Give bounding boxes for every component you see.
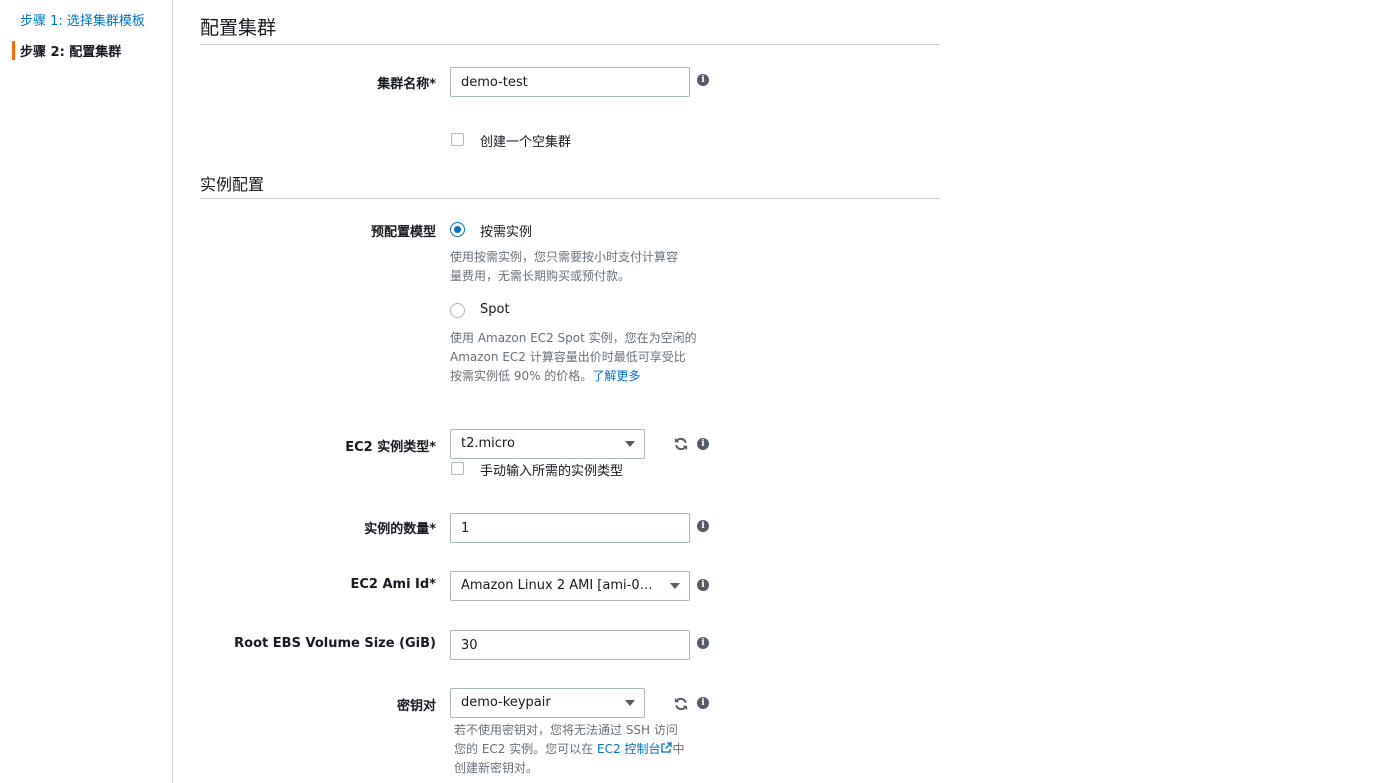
empty-cluster-checkbox[interactable]	[451, 133, 464, 146]
instance-count-input[interactable]	[450, 513, 690, 543]
root-ebs-size-label: Root EBS Volume Size (GiB)	[234, 636, 436, 651]
on-demand-label: 按需实例	[480, 225, 533, 240]
cluster-name-label: 集群名称*	[377, 77, 436, 92]
section-divider	[200, 44, 940, 45]
spot-description: 使用 Amazon EC2 Spot 实例，您在为空闲的 Amazon EC2 …	[450, 331, 697, 383]
info-icon[interactable]: i	[697, 74, 709, 86]
info-icon[interactable]: i	[697, 520, 709, 532]
manual-instance-type-label: 手动输入所需的实例类型	[480, 464, 624, 479]
key-pair-select[interactable]: demo-keypair	[450, 688, 645, 718]
refresh-icon[interactable]	[674, 437, 688, 451]
spot-label: Spot	[480, 302, 510, 317]
step-1-link[interactable]: 步骤 1: 选择集群模板	[12, 10, 145, 29]
on-demand-description: 使用按需实例，您只需要按小时支付计算容 量费用，无需长期购买或预付款。	[450, 250, 679, 283]
spot-radio[interactable]	[450, 303, 465, 318]
provisioning-model-label: 预配置模型	[370, 225, 436, 240]
ec2-ami-id-label: EC2 Ami Id*	[350, 577, 436, 592]
refresh-icon[interactable]	[674, 697, 688, 711]
empty-cluster-label: 创建一个空集群	[480, 135, 572, 150]
cluster-name-input[interactable]	[450, 67, 690, 97]
info-icon[interactable]: i	[697, 637, 709, 649]
key-pair-description: 若不使用密钥对，您将无法通过 SSH 访问 您的 EC2 实例。您可以在 EC2…	[454, 723, 685, 775]
learn-more-link[interactable]: 了解更多	[592, 369, 640, 383]
ec2-ami-id-select[interactable]: Amazon Linux 2 AMI [ami-078c...	[450, 571, 690, 601]
chevron-down-icon	[625, 441, 635, 447]
ec2-instance-type-select[interactable]: t2.micro	[450, 429, 645, 459]
info-icon[interactable]: i	[697, 438, 709, 450]
chevron-down-icon	[670, 583, 680, 589]
section-divider	[200, 198, 940, 199]
wizard-sidebar: 步骤 1: 选择集群模板 步骤 2: 配置集群	[0, 0, 173, 783]
ec2-console-link[interactable]: EC2 控制台	[597, 742, 660, 756]
instance-count-label: 实例的数量*	[364, 522, 436, 537]
ec2-instance-type-label: EC2 实例类型*	[345, 440, 436, 455]
section-title-configure-cluster: 配置集群	[200, 17, 277, 39]
section-title-instance-config: 实例配置	[200, 175, 265, 194]
manual-instance-type-checkbox[interactable]	[451, 462, 464, 475]
external-link-icon	[661, 742, 673, 753]
root-ebs-size-input[interactable]	[450, 630, 690, 660]
chevron-down-icon	[625, 700, 635, 706]
step-2-current: 步骤 2: 配置集群	[12, 41, 121, 60]
key-pair-label: 密钥对	[396, 699, 436, 714]
info-icon[interactable]: i	[697, 579, 709, 591]
on-demand-radio[interactable]	[450, 222, 465, 237]
info-icon[interactable]: i	[697, 697, 709, 709]
